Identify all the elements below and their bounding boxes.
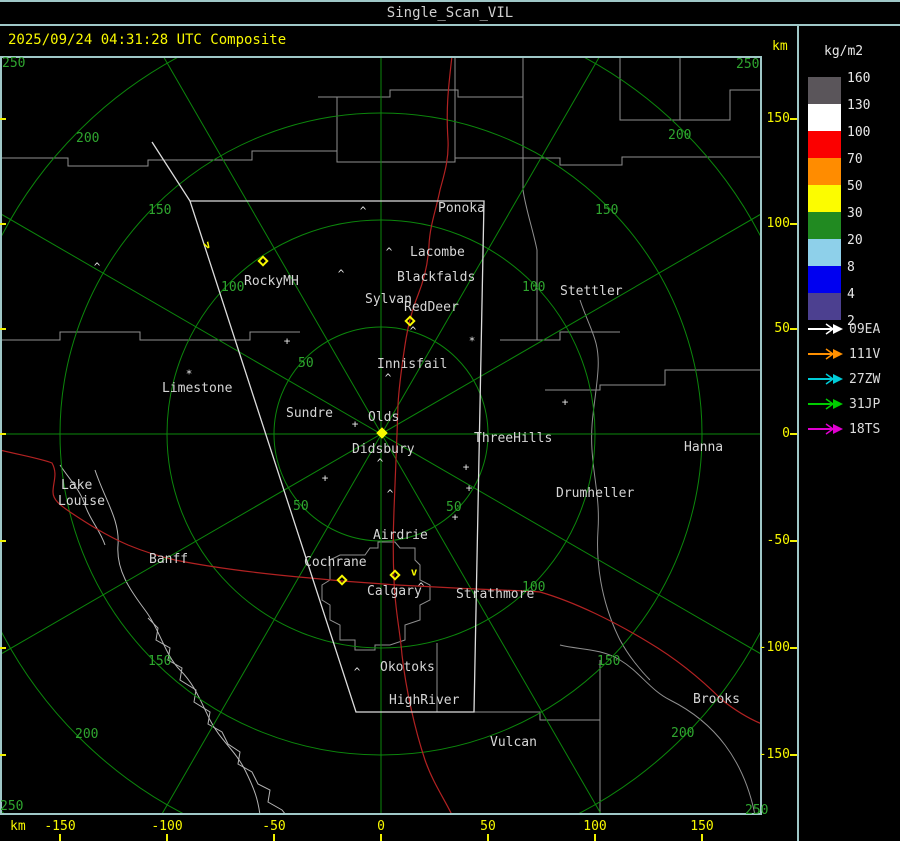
right-axis-unit: km	[772, 39, 788, 54]
left-tick-mark	[0, 433, 6, 435]
radar-arrow-icon	[808, 323, 843, 335]
bottom-axis-unit: km	[10, 819, 26, 834]
bottom-axis-label: -50	[262, 819, 286, 834]
bottom-axis-label: 0	[377, 819, 385, 834]
radar-id-label: 09EA	[849, 322, 881, 337]
bottom-axis-label: -150	[44, 819, 76, 834]
terrain-boundaries	[59, 464, 286, 813]
right-axis-label: 150	[766, 111, 790, 126]
scale-color-8	[808, 266, 841, 293]
left-tick-mark	[0, 328, 6, 330]
coverage-polygon	[151, 141, 485, 713]
right-axis-label: 0	[782, 426, 790, 441]
scale-label: 4	[847, 287, 855, 302]
bottom-tick-mark	[273, 834, 275, 841]
bottom-tick-mark	[594, 834, 596, 841]
radar-id-label: 31JP	[849, 397, 881, 412]
radar-id-label: 111V	[849, 347, 881, 362]
left-tick-mark	[0, 223, 6, 225]
right-tick-mark	[790, 328, 797, 330]
right-tick-mark	[790, 223, 797, 225]
legend-divider	[797, 26, 799, 841]
bottom-axis-label: -100	[151, 819, 183, 834]
bottom-tick-mark	[166, 834, 168, 841]
bottom-tick-mark	[380, 834, 382, 841]
window-title: Single_Scan_VIL	[386, 5, 514, 21]
scale-label: 160	[847, 71, 871, 86]
scale-unit-label: kg/m2	[824, 44, 864, 59]
scale-color-30	[808, 212, 841, 239]
radar-arrow-icon	[808, 348, 843, 360]
scale-color-130	[808, 104, 841, 131]
scale-label: 70	[847, 152, 863, 167]
scale-label: 30	[847, 206, 863, 221]
left-tick-mark	[0, 118, 6, 120]
left-tick-mark	[0, 647, 6, 649]
scan-timestamp: 2025/09/24 04:31:28 UTC Composite	[8, 32, 287, 48]
left-tick-mark	[0, 754, 6, 756]
scale-color-160	[808, 77, 841, 104]
bottom-tick-mark	[487, 834, 489, 841]
bottom-axis-label: 150	[690, 819, 714, 834]
radar-arrow-icon	[808, 398, 843, 410]
radar-arrow-icon	[808, 423, 843, 435]
map-graphics	[2, 58, 760, 813]
bottom-tick-mark	[701, 834, 703, 841]
title-bar: Single_Scan_VIL	[0, 0, 900, 26]
scale-color-100	[808, 131, 841, 158]
right-tick-mark	[790, 647, 797, 649]
radial-lines	[2, 58, 760, 813]
right-axis-label: -100	[758, 640, 790, 655]
scale-color-50	[808, 185, 841, 212]
right-tick-mark	[790, 433, 797, 435]
bottom-tick-mark	[59, 834, 61, 841]
right-axis-label: 100	[766, 216, 790, 231]
bottom-axis-label: 50	[480, 819, 496, 834]
right-tick-mark	[790, 118, 797, 120]
left-tick-mark	[0, 540, 6, 542]
scale-label: 8	[847, 260, 855, 275]
scale-label: 20	[847, 233, 863, 248]
right-axis-label: -50	[766, 533, 790, 548]
scale-label: 50	[847, 179, 863, 194]
right-tick-mark	[790, 540, 797, 542]
radar-id-label: 27ZW	[849, 372, 881, 387]
scale-color-70	[808, 158, 841, 185]
scale-color-4	[808, 293, 841, 320]
radar-arrow-icon	[808, 373, 843, 385]
scale-color-20	[808, 239, 841, 266]
scale-label: 100	[847, 125, 871, 140]
scale-label: 130	[847, 98, 871, 113]
radar-id-label: 18TS	[849, 422, 881, 437]
radar-app-window: { "header": { "title": "Single_Scan_VIL"…	[0, 0, 900, 841]
right-axis-label: 50	[774, 321, 790, 336]
right-tick-mark	[790, 754, 797, 756]
bottom-axis-label: 100	[583, 819, 607, 834]
right-axis-label: -150	[758, 747, 790, 762]
radar-map-canvas[interactable]	[0, 56, 762, 815]
